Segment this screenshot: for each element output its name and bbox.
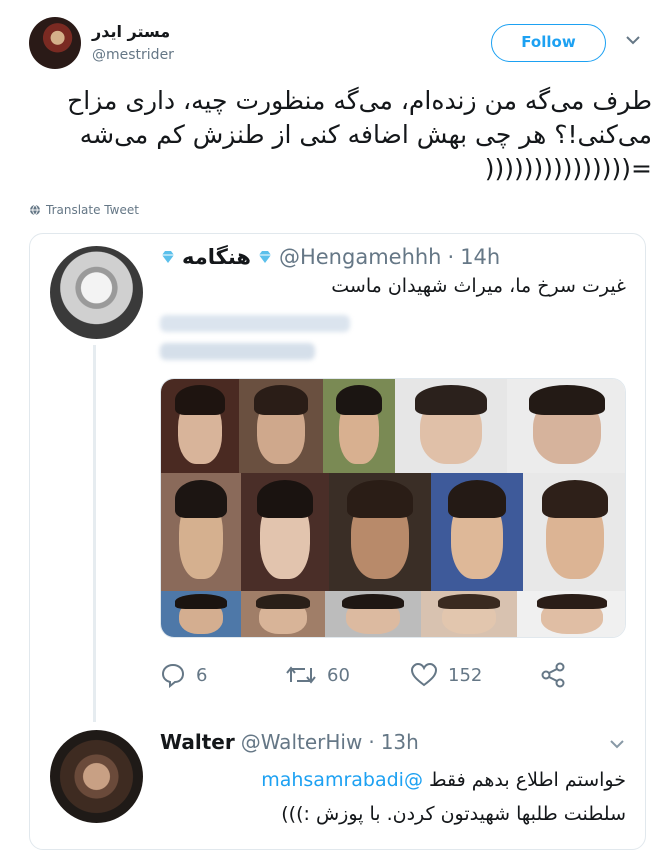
portrait-photo	[329, 473, 431, 591]
reply-icon	[161, 663, 185, 688]
reply-author-handle[interactable]: @WalterHiw	[241, 730, 363, 754]
quoted-author-name[interactable]: هنگامه	[182, 245, 251, 269]
reply-author-name[interactable]: Walter	[160, 730, 235, 754]
tweet-text-line: می‌کنی!؟ هر چی بهش اضافه کنی از طنزش کم …	[79, 120, 652, 149]
retweet-icon	[286, 666, 316, 684]
like-icon	[410, 662, 438, 687]
portrait-photo	[239, 379, 323, 473]
mention-link[interactable]: @mahsamrabadi	[261, 769, 423, 791]
portrait-photo	[421, 591, 517, 637]
quoted-tweet-photo[interactable]	[160, 378, 626, 638]
reply-tweet-text: خواستم اطلاع بدهم فقط @mahsamrabadi سلطن…	[160, 763, 626, 831]
translate-tweet-link[interactable]: Translate Tweet	[29, 203, 139, 217]
author-avatar[interactable]	[29, 17, 81, 69]
portrait-photo	[325, 591, 421, 637]
retweet-count: 60	[327, 664, 350, 686]
portrait-photo	[241, 473, 329, 591]
chevron-down-icon[interactable]	[624, 34, 642, 46]
like-count: 152	[448, 664, 483, 686]
portrait-photo	[395, 379, 507, 473]
separator-dot: ·	[447, 245, 455, 269]
portrait-photo	[161, 379, 239, 473]
quoted-tweet-text: غیرت سرخ ما، میراث شهیدان ماست	[331, 275, 626, 297]
blurred-hashtags	[160, 315, 350, 332]
like-button[interactable]: 152	[410, 662, 482, 688]
globe-icon	[30, 204, 40, 216]
tweet-text-line: طرف می‌گه من زنده‌ام، می‌گه منظورت چیه، …	[67, 86, 652, 115]
tweet-text-line: =(((((((((((((((	[484, 154, 652, 183]
portrait-photo	[523, 473, 625, 591]
portrait-photo	[431, 473, 523, 591]
separator-dot: ·	[368, 730, 375, 754]
reply-text: خواستم اطلاع بدهم فقط	[429, 769, 626, 791]
diamond-icon	[162, 251, 174, 263]
reply-tweet-header: Walter @WalterHiw · 13h	[160, 730, 419, 754]
reply-text-line: سلطنت طلبها شهیدتون کردن. با پوزش :)))	[281, 803, 626, 825]
share-icon	[541, 662, 565, 688]
portrait-photo	[161, 473, 241, 591]
reply-button[interactable]: 6	[160, 662, 207, 688]
reply-count: 6	[196, 664, 208, 686]
diamond-icon	[258, 251, 271, 263]
portrait-photo	[507, 379, 625, 473]
portrait-photo	[241, 591, 325, 637]
tweet-actions-bar: 6 60 152	[160, 662, 600, 690]
tweet-text: طرف می‌گه من زنده‌ام، می‌گه منظورت چیه، …	[20, 84, 652, 186]
author-handle[interactable]: @mestrider	[92, 47, 174, 63]
portrait-photo	[161, 591, 241, 637]
quoted-author-avatar[interactable]	[50, 246, 143, 339]
follow-button[interactable]: Follow	[491, 24, 606, 62]
reply-author-avatar[interactable]	[50, 730, 143, 823]
chevron-down-icon[interactable]	[608, 738, 626, 750]
portrait-photo	[323, 379, 395, 473]
author-name[interactable]: مستر ایدر	[92, 22, 170, 41]
reply-timestamp[interactable]: 13h	[381, 730, 419, 754]
share-button[interactable]	[540, 662, 566, 688]
thread-connector-line	[93, 345, 96, 722]
translate-tweet-label: Translate Tweet	[46, 203, 139, 217]
retweet-button[interactable]: 60	[285, 662, 350, 688]
quoted-timestamp[interactable]: 14h	[460, 245, 500, 269]
reply-text-line: خواستم اطلاع بدهم فقط @mahsamrabadi	[160, 763, 626, 797]
portrait-photo	[517, 591, 625, 637]
quoted-tweet-header: هنگامه @Hengamehhh · 14h	[160, 245, 500, 269]
quoted-author-handle[interactable]: @Hengamehhh	[279, 245, 442, 269]
blurred-hashtags	[160, 343, 315, 360]
